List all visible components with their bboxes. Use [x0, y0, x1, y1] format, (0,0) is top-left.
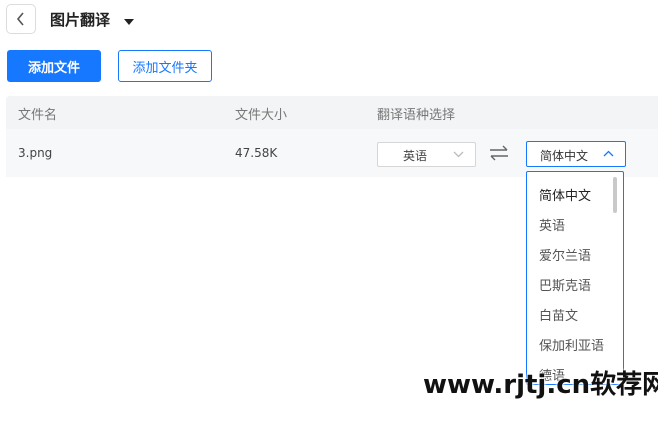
column-header-filesize: 文件大小: [235, 108, 288, 123]
dropdown-option[interactable]: 简体中文: [539, 185, 591, 204]
swap-languages-button[interactable]: [489, 145, 509, 165]
caret-down-icon: [124, 19, 134, 25]
file-name-cell: 3.png: [18, 146, 53, 160]
dropdown-option[interactable]: 爱尔兰语: [539, 245, 591, 264]
swap-icon: [490, 145, 508, 161]
file-size-cell: 47.58K: [235, 146, 278, 160]
page-title: 图片翻译: [50, 11, 111, 29]
chevron-up-icon: [603, 150, 614, 157]
dropdown-scrollbar[interactable]: [613, 177, 617, 213]
add-folder-button[interactable]: 添加文件夹: [118, 50, 212, 82]
target-language-value: 简体中文: [540, 149, 589, 163]
language-dropdown[interactable]: 简体中文 英语 爱尔兰语 巴斯克语 白苗文 保加利亚语 德语: [526, 171, 624, 385]
dropdown-option[interactable]: 白苗文: [539, 305, 578, 324]
add-file-button[interactable]: 添加文件: [7, 50, 101, 82]
chevron-down-icon: [453, 151, 464, 158]
dropdown-option[interactable]: 英语: [539, 215, 565, 234]
source-language-value: 英语: [403, 149, 428, 163]
dropdown-option[interactable]: 保加利亚语: [539, 335, 604, 354]
table-header: [6, 96, 658, 129]
title-menu-toggle[interactable]: [123, 12, 135, 31]
column-header-filename: 文件名: [18, 108, 58, 123]
column-header-language: 翻译语种选择: [377, 108, 456, 123]
watermark: www.rjtj.cn软荐网: [423, 370, 658, 400]
dropdown-option[interactable]: 巴斯克语: [539, 275, 591, 294]
back-button[interactable]: [6, 4, 36, 34]
chevron-left-icon: [16, 12, 24, 26]
target-language-select[interactable]: 简体中文: [526, 141, 626, 167]
source-language-select[interactable]: 英语: [377, 142, 476, 167]
